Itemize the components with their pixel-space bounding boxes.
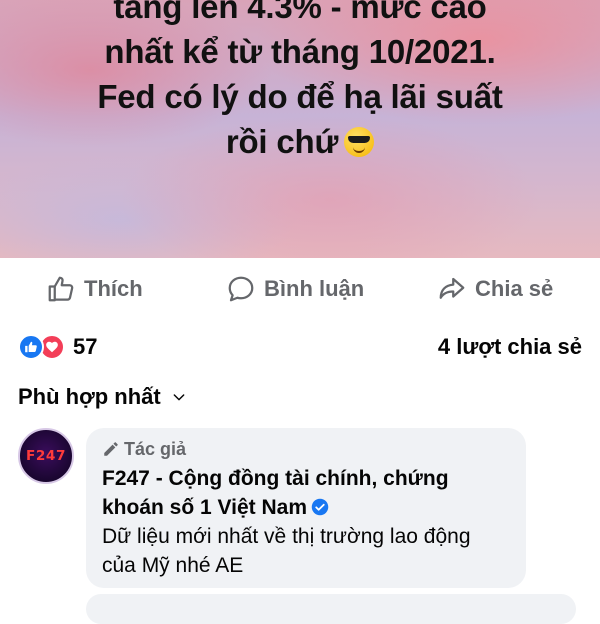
avatar-logo-text: F247 (26, 448, 66, 464)
like-button[interactable]: Thích (46, 272, 143, 306)
next-comment-bubble (86, 594, 576, 624)
comment-author-name[interactable]: F247 - Cộng đồng tài chính, chứng khoán … (102, 464, 510, 522)
caption-line: Fed có lý do để hạ lãi suất (97, 78, 503, 115)
avatar-logo: F247 (26, 449, 66, 464)
comment-bubble-icon (228, 276, 254, 302)
caption-line: tăng lên 4.3% - mức cao (113, 0, 487, 25)
post-action-bar: Thích Bình luận Chia sẻ (0, 258, 600, 320)
sort-label: Phù hợp nhất (18, 384, 161, 409)
author-badge: Tác giả (102, 438, 510, 460)
caption-line-last: rồi chứ (0, 119, 600, 164)
avatar[interactable]: F247 (18, 428, 74, 484)
comment-bubble: Tác giả F247 - Cộng đồng tài chính, chứn… (86, 428, 526, 588)
reaction-count: 57 (73, 334, 98, 359)
share-button[interactable]: Chia sẻ (437, 272, 553, 306)
reaction-summary[interactable]: 57 (18, 330, 97, 364)
author-badge-label: Tác giả (124, 438, 187, 459)
comment-text: Dữ liệu mới nhất về thị trường lao động … (102, 525, 471, 577)
caption-line-text: rồi chứ (225, 123, 339, 160)
verified-badge-icon (311, 498, 329, 516)
sunglasses-emoji-icon (344, 127, 375, 157)
share-label: Chia sẻ (475, 276, 554, 301)
share-count[interactable]: 4 lượt chia sẻ (438, 330, 582, 364)
comment-sort-dropdown[interactable]: Phù hợp nhất (18, 380, 187, 414)
like-reaction-icon (18, 334, 44, 360)
like-label: Thích (84, 276, 143, 301)
pencil-icon (104, 442, 118, 456)
caption-line: nhất kể từ tháng 10/2021. (104, 33, 496, 70)
comment-label: Bình luận (264, 276, 365, 301)
chevron-down-icon (173, 394, 185, 401)
share-arrow-icon (439, 277, 465, 299)
post-caption: tăng lên 4.3% - mức cao nhất kể từ tháng… (0, 0, 600, 164)
author-name-text: F247 - Cộng đồng tài chính, chứng khoán … (102, 467, 449, 519)
post-image[interactable]: tăng lên 4.3% - mức cao nhất kể từ tháng… (0, 0, 600, 258)
comment-button[interactable]: Bình luận (226, 272, 364, 306)
thumbs-up-icon (48, 276, 74, 302)
